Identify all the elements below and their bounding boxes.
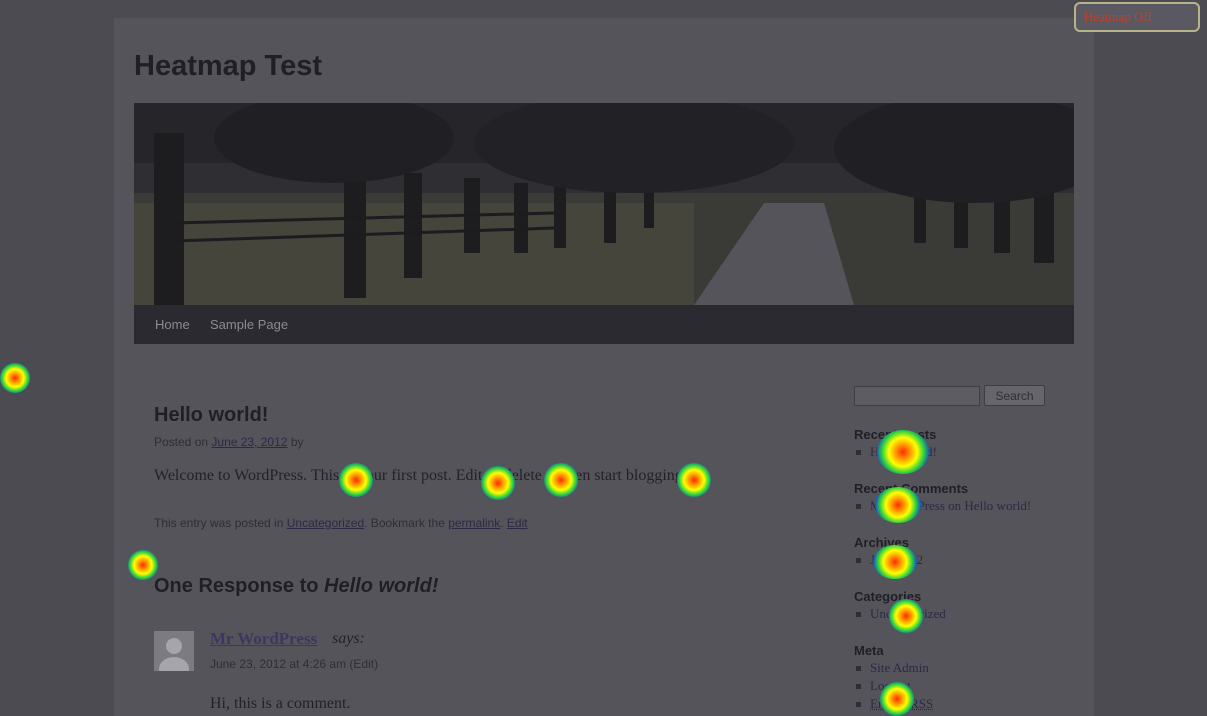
post-meta: Posted on June 23, 2012 by xyxy=(154,435,304,449)
comments-title-post: Hello world! xyxy=(324,575,439,597)
list-item: Site Admin xyxy=(854,659,933,677)
search-button[interactable]: Search xyxy=(984,385,1045,406)
site-admin-link[interactable]: Site Admin xyxy=(870,660,929,675)
category-link[interactable]: Uncategorized xyxy=(287,516,364,530)
header-image xyxy=(134,103,1074,305)
recent-comment-post-link[interactable]: Hello world! xyxy=(964,498,1031,513)
meta-list: Site Admin Log out Entries RSS xyxy=(854,659,933,713)
post-title[interactable]: Hello world! xyxy=(154,404,268,427)
recent-comments-title: Recent Comments xyxy=(854,481,969,496)
post-footer-meta: This entry was posted in Uncategorized. … xyxy=(154,516,528,530)
category-link-sidebar[interactable]: Uncategorized xyxy=(870,606,946,621)
list-item: Log out xyxy=(854,677,933,695)
permalink-link[interactable]: permalink xyxy=(448,516,500,530)
heatmap-toggle-button[interactable]: Heatmap Off xyxy=(1074,2,1200,32)
comments-title-prefix: One Response to xyxy=(154,575,325,597)
edit-link[interactable]: Edit xyxy=(507,516,528,530)
recent-comment-on-label: on xyxy=(944,498,965,513)
posted-on-label: Posted on xyxy=(154,435,209,449)
post-content: Welcome to WordPress. This is your first… xyxy=(154,467,689,484)
bookmark-label: . Bookmark the xyxy=(364,516,445,530)
list-item: Uncategorized xyxy=(854,605,946,623)
recent-comments-list: Mr WordPress on Hello world! xyxy=(854,497,1031,515)
list-item: Hello world! xyxy=(854,443,937,461)
search-input[interactable] xyxy=(854,386,980,406)
says-label: says: xyxy=(332,630,365,647)
main-nav: Home Sample Page xyxy=(134,305,1074,344)
comment-author-link[interactable]: Mr WordPress xyxy=(210,629,317,649)
by-label: by xyxy=(290,435,304,449)
list-item: Mr WordPress on Hello world! xyxy=(854,497,1031,515)
archives-list: June 2012 xyxy=(854,551,923,569)
nav-home[interactable]: Home xyxy=(155,317,190,332)
post-date-link[interactable]: June 23, 2012 xyxy=(211,435,287,449)
archive-link[interactable]: June 2012 xyxy=(870,552,923,567)
heat-spot xyxy=(0,363,30,393)
list-item: Entries RSS xyxy=(854,695,933,713)
comment-meta[interactable]: June 23, 2012 at 4:26 am (Edit) xyxy=(210,657,378,671)
nav-sample-page[interactable]: Sample Page xyxy=(210,317,288,332)
meta-title: Meta xyxy=(854,643,884,658)
avatar xyxy=(154,631,194,671)
comments-title: One Response to Hello world! xyxy=(154,575,438,598)
list-item: June 2012 xyxy=(854,551,923,569)
comment-text: Hi, this is a comment. xyxy=(210,695,351,712)
recent-posts-title: Recent Posts xyxy=(854,427,937,442)
archives-title: Archives xyxy=(854,535,909,550)
posted-in-label: This entry was posted in xyxy=(154,516,284,530)
categories-title: Categories xyxy=(854,589,922,604)
entries-rss-link[interactable]: Entries RSS xyxy=(870,696,933,711)
recent-post-link[interactable]: Hello world! xyxy=(870,444,937,459)
recent-posts-list: Hello world! xyxy=(854,443,937,461)
recent-comment-author-link[interactable]: Mr WordPress xyxy=(870,498,945,513)
categories-list: Uncategorized xyxy=(854,605,946,623)
log-out-link[interactable]: Log out xyxy=(870,678,911,693)
site-title[interactable]: Heatmap Test xyxy=(134,50,322,83)
separator-label: . xyxy=(500,516,504,530)
